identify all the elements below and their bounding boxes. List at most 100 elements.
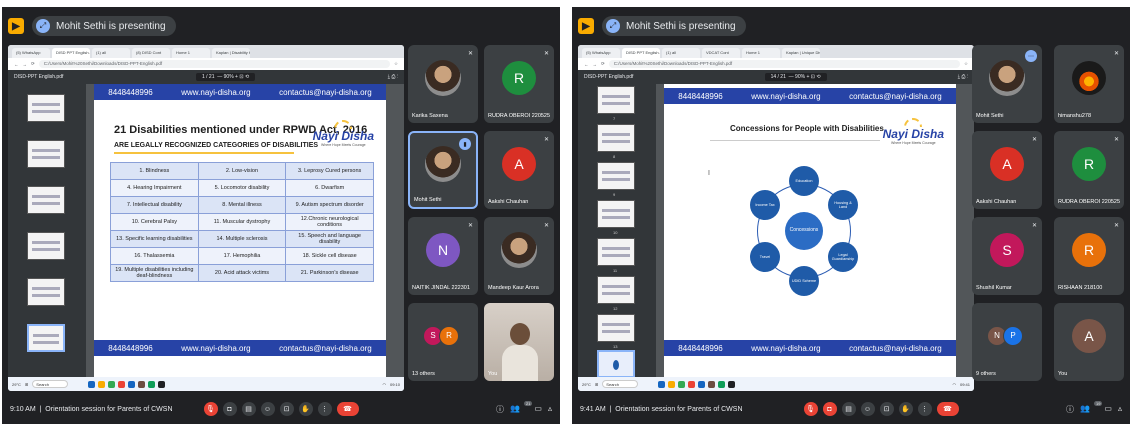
page-thumbnail[interactable] xyxy=(597,200,635,228)
participant-tile[interactable]: R ✕ RUDRA OBEROI 220525 xyxy=(1054,131,1124,209)
browser-tab[interactable]: Kaplan | Disability Help xyxy=(212,48,250,58)
presenter-pill[interactable]: ⤢ Mohit Sethi is presenting xyxy=(602,16,746,36)
page-thumbnail[interactable] xyxy=(27,94,65,122)
app-icon[interactable] xyxy=(718,380,726,388)
participant-tile-speaking[interactable]: ▮ Mohit Sethi xyxy=(408,131,478,209)
app-icon[interactable] xyxy=(118,380,126,388)
participant-tile[interactable]: R ✕ RISHAAN 218100 xyxy=(1054,217,1124,295)
more-options-icon[interactable]: ⋮ xyxy=(917,402,932,416)
self-tile[interactable]: You xyxy=(484,303,554,381)
info-icon[interactable]: ⓘ xyxy=(1066,404,1074,415)
page-thumbnail[interactable] xyxy=(27,278,65,306)
download-icon[interactable]: ⤓ ⎙ ⋮ xyxy=(958,74,968,80)
app-icon[interactable] xyxy=(668,380,676,388)
page-thumbnail[interactable] xyxy=(27,140,65,168)
more-options-icon[interactable]: ⋮ xyxy=(317,402,332,416)
page-thumbnail-selected[interactable] xyxy=(27,324,65,352)
chat-icon[interactable]: ▭ xyxy=(1104,404,1112,415)
app-icon[interactable] xyxy=(88,380,96,388)
emoji-icon[interactable]: ☺ xyxy=(260,402,275,416)
app-icon[interactable] xyxy=(138,380,146,388)
participant-tile[interactable]: ⋯ Mohit Sethi xyxy=(972,45,1042,123)
participant-tile[interactable]: S ✕ Shushil Kumar xyxy=(972,217,1042,295)
page-thumbnail[interactable] xyxy=(27,232,65,260)
raise-hand-icon[interactable]: ✋ xyxy=(898,402,913,416)
weather-widget[interactable]: 29°C xyxy=(12,382,21,387)
wifi-icon[interactable]: ◠ xyxy=(952,382,956,387)
others-tile[interactable]: N P 9 others xyxy=(972,303,1042,381)
mic-toggle-icon[interactable]: 🎙 xyxy=(203,402,218,416)
page-thumbnail[interactable] xyxy=(597,162,635,190)
people-icon[interactable]: 👥21 xyxy=(510,400,533,415)
mic-toggle-icon[interactable]: 🎙 xyxy=(803,402,818,416)
url-field[interactable]: C:/Users/Mohit%20Sethi/Downloads/DISD-PP… xyxy=(38,60,390,68)
captions-icon[interactable]: ▤ xyxy=(841,402,856,416)
wifi-icon[interactable]: ◠ xyxy=(382,382,386,387)
participant-tile[interactable]: A ✕ Aakshi Chauhan xyxy=(484,131,554,209)
forward-icon[interactable]: → xyxy=(593,62,598,67)
pdf-page-control[interactable]: 1 / 21 — 90% + ⊡ ⟲ xyxy=(195,73,256,81)
participant-tile[interactable]: N ✕ NAITIK JINDAL 222301 xyxy=(408,217,478,295)
present-screen-icon[interactable]: ⊡ xyxy=(879,402,894,416)
browser-tab[interactable]: Kaplan | Unique Disability xyxy=(782,48,820,58)
browser-tab[interactable]: (8) DISD Cont xyxy=(132,48,170,58)
self-tile[interactable]: A You xyxy=(1054,303,1124,381)
presenter-pill[interactable]: ⤢ Mohit Sethi is presenting xyxy=(32,16,176,36)
page-thumbnail[interactable] xyxy=(597,124,635,152)
camera-toggle-icon[interactable]: ◘ xyxy=(822,402,837,416)
browser-tab[interactable]: Home 1 xyxy=(172,48,210,58)
page-thumbnail-selected[interactable] xyxy=(597,350,635,378)
browser-tab[interactable]: (5) WhatsApp xyxy=(582,48,620,58)
taskbar-clock[interactable]: 09:41 xyxy=(960,382,970,387)
browser-tab-active[interactable]: DISD PPT English.pdf xyxy=(622,48,660,58)
page-thumbnail[interactable] xyxy=(27,186,65,214)
others-tile[interactable]: S R 13 others xyxy=(408,303,478,381)
app-icon[interactable] xyxy=(708,380,716,388)
page-thumbnail[interactable] xyxy=(597,276,635,304)
browser-tab[interactable]: (1) all xyxy=(662,48,700,58)
participant-tile[interactable]: ✕ himanshu278 xyxy=(1054,45,1124,123)
taskbar-search[interactable]: Search xyxy=(602,380,639,388)
weather-widget[interactable]: 29°C xyxy=(582,382,591,387)
star-icon[interactable]: ☆ xyxy=(964,61,968,67)
browser-tab[interactable]: Home 1 xyxy=(742,48,780,58)
app-icon[interactable] xyxy=(158,380,166,388)
download-icon[interactable]: ⤓ ⎙ ⋮ xyxy=(388,74,398,80)
app-icon[interactable] xyxy=(698,380,706,388)
reload-icon[interactable]: ⟳ xyxy=(601,61,605,67)
page-thumbnail[interactable] xyxy=(597,86,635,114)
app-icon[interactable] xyxy=(688,380,696,388)
camera-toggle-icon[interactable]: ◘ xyxy=(222,402,237,416)
app-icon[interactable] xyxy=(128,380,136,388)
reload-icon[interactable]: ⟳ xyxy=(31,61,35,67)
end-call-icon[interactable]: ☎ xyxy=(336,402,359,416)
end-call-icon[interactable]: ☎ xyxy=(936,402,959,416)
people-icon[interactable]: 👥19 xyxy=(1080,400,1103,415)
participant-tile[interactable]: ✕ Karika Saxena xyxy=(408,45,478,123)
star-icon[interactable]: ☆ xyxy=(394,61,398,67)
url-field[interactable]: C:/Users/Mohit%20Sethi/Downloads/DISD-PP… xyxy=(608,60,960,68)
app-icon[interactable] xyxy=(98,380,106,388)
emoji-icon[interactable]: ☺ xyxy=(860,402,875,416)
participant-tile[interactable]: R ✕ RUDRA OBEROI 220525 xyxy=(484,45,554,123)
app-icon[interactable] xyxy=(678,380,686,388)
app-icon[interactable] xyxy=(658,380,666,388)
taskbar-search[interactable]: Search xyxy=(32,380,69,388)
windows-start-icon[interactable]: ⊞ xyxy=(25,382,28,387)
activities-icon[interactable]: ▵ xyxy=(1118,404,1122,415)
info-icon[interactable]: ⓘ xyxy=(496,404,504,415)
app-icon[interactable] xyxy=(148,380,156,388)
page-thumbnail[interactable] xyxy=(597,314,635,342)
page-thumbnail[interactable] xyxy=(597,238,635,266)
browser-tab-active[interactable]: DISD PPT English.pdf xyxy=(52,48,90,58)
back-icon[interactable]: ← xyxy=(584,62,589,67)
chat-icon[interactable]: ▭ xyxy=(534,404,542,415)
browser-tab[interactable]: VDCAT Cont xyxy=(702,48,740,58)
activities-icon[interactable]: ▵ xyxy=(548,404,552,415)
browser-tab[interactable]: (5) WhatsApp xyxy=(12,48,50,58)
captions-icon[interactable]: ▤ xyxy=(241,402,256,416)
browser-tab[interactable]: (1) all xyxy=(92,48,130,58)
pdf-page-control[interactable]: 14 / 21 — 90% + ⊡ ⟲ xyxy=(764,73,827,81)
back-icon[interactable]: ← xyxy=(14,62,19,67)
forward-icon[interactable]: → xyxy=(23,62,28,67)
